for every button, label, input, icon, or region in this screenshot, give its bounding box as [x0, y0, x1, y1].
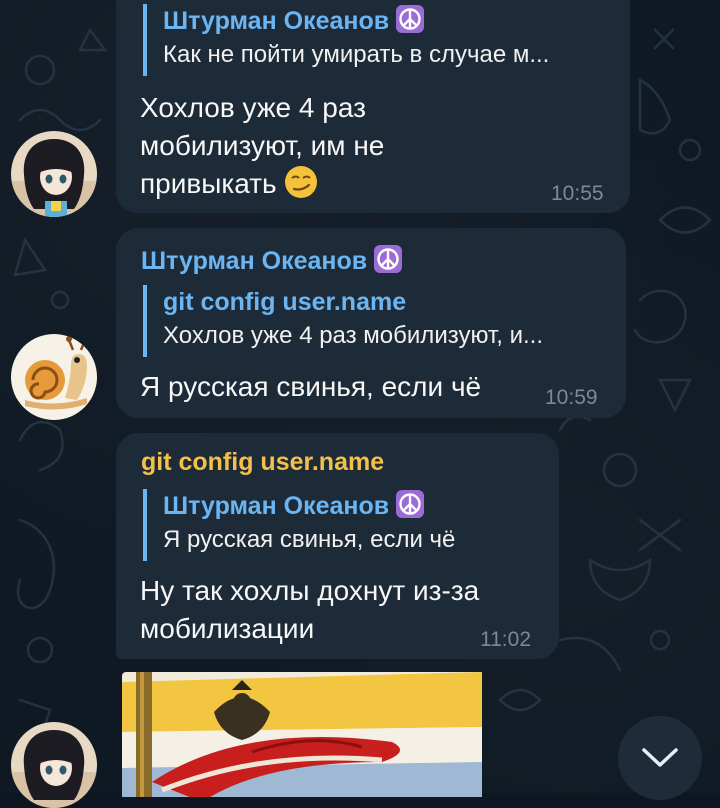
reply-quote-1[interactable]: Штурман Океанов Как не пойти умирать в с… [143, 4, 613, 76]
flag-illustration-image [122, 672, 482, 797]
message-line: Ну так хохлы дохнут из-за [140, 575, 480, 606]
message-line: мобилизуют, им не [140, 130, 385, 161]
message-line: Хохлов уже 4 раз [140, 92, 366, 123]
reply-quote-sender: Штурман Океанов [163, 489, 543, 523]
message-text-2: Я русская свинья, если чё [140, 371, 482, 402]
reply-quote-2[interactable]: git config user.name Хохлов уже 4 раз мо… [143, 285, 608, 357]
avatar-user-1[interactable] [11, 722, 97, 808]
peace-symbol-icon [396, 5, 425, 33]
message-time-1: 10:55 [551, 182, 604, 205]
avatar-anime-girl-image [11, 722, 97, 808]
message-text-1: Хохлов уже 4 раз мобилизуют, им не привы… [140, 89, 384, 203]
reply-quote-sender: git config user.name [163, 288, 407, 316]
avatar-user-1[interactable] [11, 131, 97, 217]
reply-quote-text: Как не пойти умирать в случае м... [163, 41, 550, 68]
message-line: мобилизации [140, 613, 315, 644]
peace-symbol-icon [396, 490, 425, 518]
message-sender-2[interactable]: Штурман Океанов [141, 244, 403, 276]
message-sender-3[interactable]: git config user.name [141, 448, 384, 477]
message-text-3: Ну так хохлы дохнут из-за мобилизации [140, 572, 479, 648]
avatar-snail-image [11, 334, 97, 420]
reply-quote-sender: Штурман Океанов [163, 4, 613, 38]
scroll-to-bottom-button[interactable] [618, 716, 702, 800]
reply-quote-3[interactable]: Штурман Океанов Я русская свинья, если ч… [143, 489, 543, 561]
chevron-down-icon [642, 748, 678, 767]
reply-quote-text: Я русская свинья, если чё [163, 526, 456, 553]
peace-symbol-icon [374, 245, 403, 273]
avatar-user-2[interactable] [11, 334, 97, 420]
message-time-3: 11:02 [480, 628, 531, 651]
smirk-emoji-icon [285, 166, 318, 198]
avatar-anime-girl-image [11, 131, 97, 217]
message-time-2: 10:59 [545, 386, 598, 409]
image-message-flag[interactable] [122, 672, 482, 797]
message-line: привыкать [140, 165, 384, 203]
reply-quote-text: Хохлов уже 4 раз мобилизуют, и... [163, 322, 544, 349]
